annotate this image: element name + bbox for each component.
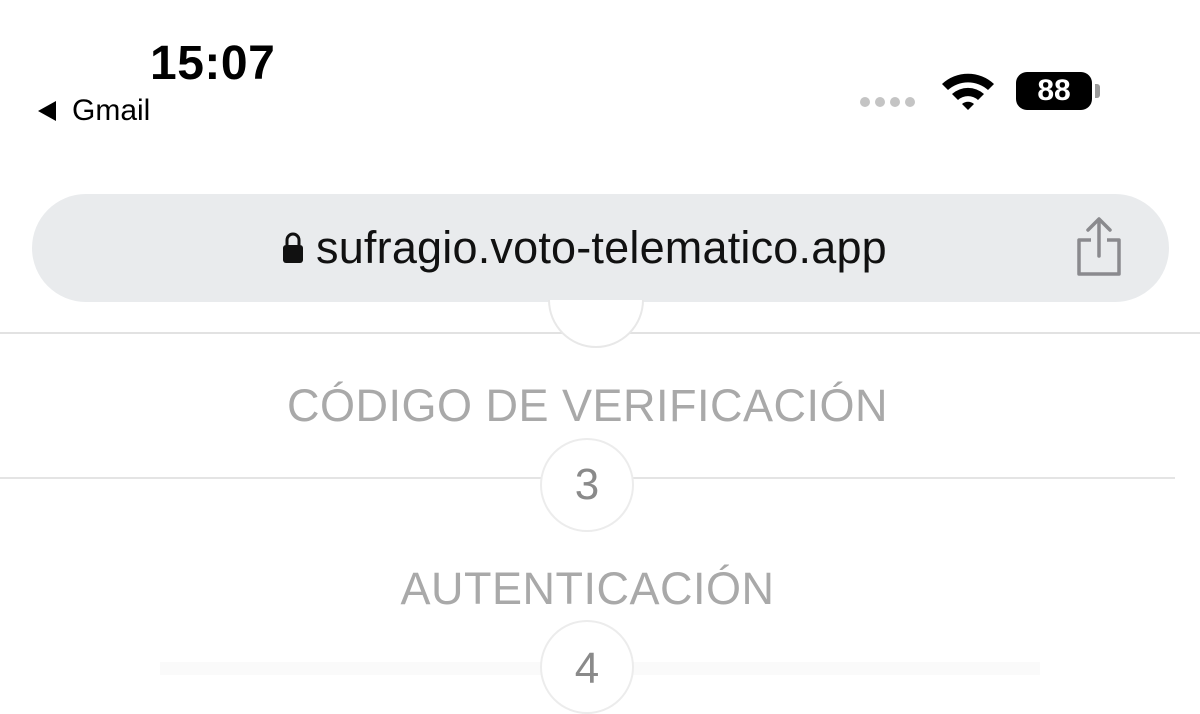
share-icon[interactable] — [1073, 216, 1125, 278]
address-bar[interactable]: sufragio.voto-telematico.app — [32, 194, 1169, 302]
back-triangle-icon — [38, 101, 56, 121]
wifi-icon — [942, 73, 994, 110]
status-time: 15:07 — [150, 37, 276, 90]
step-label-verification-code: CÓDIGO DE VERIFICACIÓN — [286, 380, 889, 431]
url-text: sufragio.voto-telematico.app — [316, 222, 887, 273]
lock-icon — [283, 232, 303, 263]
step-circle-previous — [548, 300, 644, 348]
battery-icon: 88 — [1016, 72, 1100, 110]
step-label-authentication: AUTENTICACIÓN — [400, 563, 775, 614]
step-circle-4: 4 — [540, 620, 634, 714]
battery-level: 88 — [1016, 72, 1092, 110]
cellular-signal-icon — [860, 97, 915, 107]
back-app-label: Gmail — [72, 94, 151, 127]
back-to-app-button[interactable]: Gmail — [38, 96, 150, 126]
step-circle-3: 3 — [540, 438, 634, 532]
